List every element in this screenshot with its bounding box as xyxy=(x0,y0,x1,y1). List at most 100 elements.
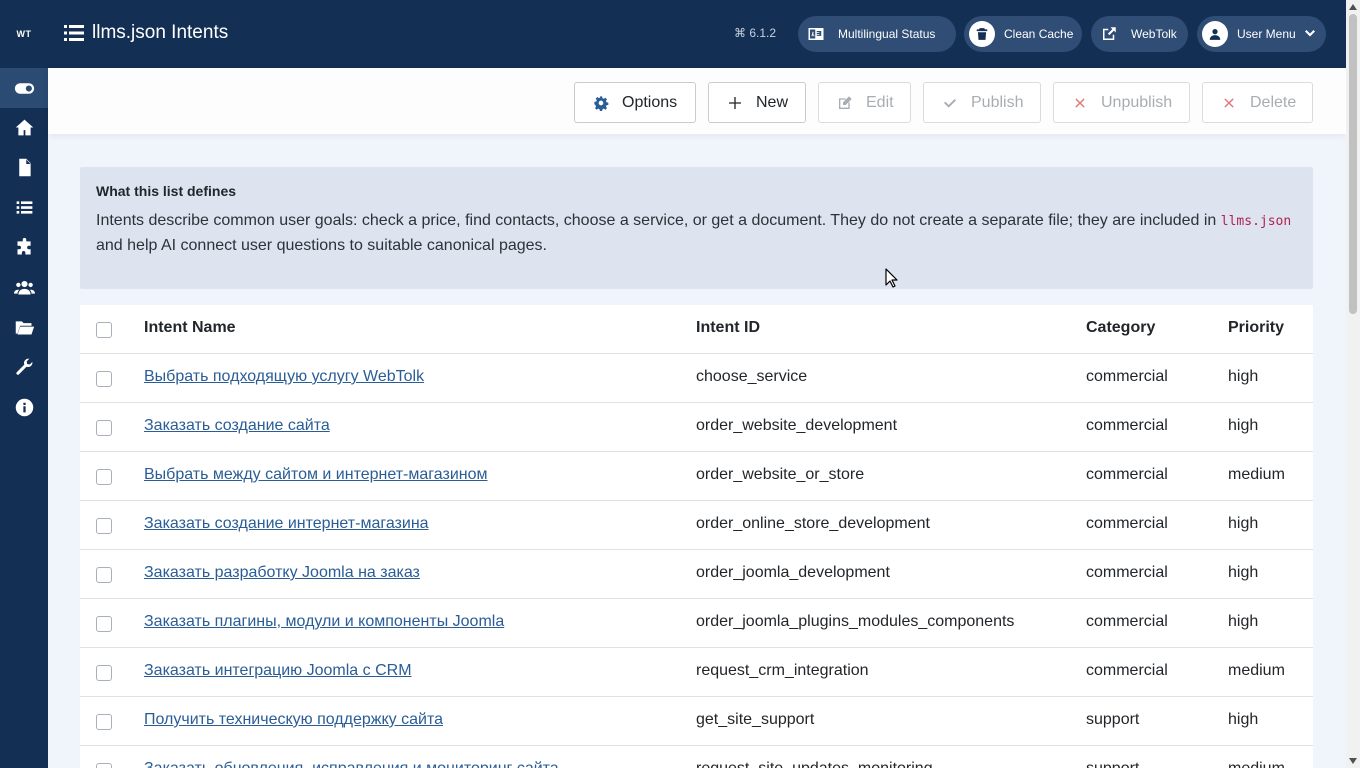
column-header-priority[interactable]: Priority xyxy=(1228,319,1284,337)
toolbar: Options New Edit Publish Unpublish Delet… xyxy=(48,68,1346,134)
intent-name-link[interactable]: Заказать интеграцию Joomla с CRM xyxy=(144,662,412,680)
intent-category: commercial xyxy=(1086,613,1168,630)
row-checkbox[interactable] xyxy=(96,616,112,632)
list-icon xyxy=(64,25,84,41)
new-label: New xyxy=(756,93,789,111)
table-row: Заказать разработку Joomla на заказ orde… xyxy=(80,550,1313,599)
puzzle-icon[interactable] xyxy=(0,227,48,267)
logo[interactable]: WT xyxy=(0,0,48,68)
intent-id: get_site_support xyxy=(696,711,815,728)
table-header-row: Intent Name Intent ID Category Priority xyxy=(80,305,1313,354)
sidebar: WT xyxy=(0,0,48,768)
edit-icon xyxy=(839,95,852,109)
intent-name-link[interactable]: Заказать создание интернет-магазина xyxy=(144,515,429,533)
intent-priority: medium xyxy=(1228,466,1285,483)
intent-name-link[interactable]: Получить техническую поддержку сайта xyxy=(144,711,443,729)
intent-priority: high xyxy=(1228,417,1259,434)
intent-name-link[interactable]: Заказать создание сайта xyxy=(144,417,330,435)
new-button[interactable]: New xyxy=(708,82,806,123)
table-row: Заказать создание сайта order_website_de… xyxy=(80,403,1313,452)
intent-category: commercial xyxy=(1086,515,1168,532)
scrollbar-thumb[interactable] xyxy=(1349,14,1357,314)
intent-id: request_crm_integration xyxy=(696,662,869,679)
row-checkbox[interactable] xyxy=(96,420,112,436)
wrench-icon[interactable] xyxy=(0,347,48,387)
close-icon xyxy=(1075,97,1085,108)
unpublish-label: Unpublish xyxy=(1101,93,1173,111)
intent-category: support xyxy=(1086,711,1140,728)
chevron-down-icon xyxy=(1304,30,1315,37)
info-text: Intents describe common user goals: chec… xyxy=(96,209,1296,258)
toggle-menu-icon[interactable] xyxy=(0,68,48,108)
row-checkbox[interactable] xyxy=(96,371,112,387)
info-code: llms.json xyxy=(1220,214,1292,229)
intent-priority: high xyxy=(1228,564,1259,581)
table-row: Заказать интеграцию Joomla с CRM request… xyxy=(80,648,1313,697)
column-header-category[interactable]: Category xyxy=(1086,319,1155,337)
intent-id: order_website_or_store xyxy=(696,466,865,483)
column-header-id[interactable]: Intent ID xyxy=(696,319,760,337)
row-checkbox[interactable] xyxy=(96,714,112,730)
table-row: Выбрать между сайтом и интернет-магазино… xyxy=(80,452,1313,501)
trash-icon xyxy=(969,21,995,47)
table-row: Получить техническую поддержку сайта get… xyxy=(80,697,1313,746)
scroll-up-icon[interactable] xyxy=(1349,3,1357,11)
publish-button[interactable]: Publish xyxy=(923,82,1041,123)
info-text-start: Intents describe common user goals: chec… xyxy=(96,212,1221,229)
delete-label: Delete xyxy=(1250,93,1297,111)
unpublish-button[interactable]: Unpublish xyxy=(1053,82,1190,123)
publish-label: Publish xyxy=(971,93,1024,111)
external-link-icon xyxy=(1096,21,1122,47)
user-menu-label: User Menu xyxy=(1237,27,1296,41)
intent-name-link[interactable]: Заказать разработку Joomla на заказ xyxy=(144,564,420,582)
home-icon[interactable] xyxy=(0,107,48,147)
row-checkbox[interactable] xyxy=(96,763,112,768)
clean-cache-button[interactable]: Clean Cache xyxy=(964,16,1082,52)
options-button[interactable]: Options xyxy=(574,82,696,123)
table-row: Заказать создание интернет-магазина orde… xyxy=(80,501,1313,550)
folder-icon[interactable] xyxy=(0,307,48,347)
edit-button[interactable]: Edit xyxy=(818,82,911,123)
intent-name-link[interactable]: Выбрать между сайтом и интернет-магазино… xyxy=(144,466,488,484)
webtolk-button[interactable]: WebTolk xyxy=(1091,16,1188,52)
intent-category: commercial xyxy=(1086,368,1168,385)
intent-name-link[interactable]: Заказать плагины, модули и компоненты Jo… xyxy=(144,613,504,631)
row-checkbox[interactable] xyxy=(96,518,112,534)
table-row: Заказать плагины, модули и компоненты Jo… xyxy=(80,599,1313,648)
intent-category: commercial xyxy=(1086,564,1168,581)
intent-name-link[interactable]: Выбрать подходящую услугу WebTolk xyxy=(144,368,424,386)
delete-button[interactable]: Delete xyxy=(1202,82,1313,123)
intent-priority: medium xyxy=(1228,662,1285,679)
row-checkbox[interactable] xyxy=(96,567,112,583)
intent-category: commercial xyxy=(1086,662,1168,679)
intent-id: order_joomla_plugins_modules_components xyxy=(696,613,1015,630)
multilingual-status-label: Multilingual Status xyxy=(838,27,936,41)
intent-name-link[interactable]: Заказать обновления, исправления и монит… xyxy=(144,760,559,768)
info-heading: What this list defines xyxy=(96,183,237,199)
check-icon xyxy=(944,98,956,108)
intent-priority: high xyxy=(1228,613,1259,630)
multilingual-status-button[interactable]: Multilingual Status xyxy=(798,16,956,52)
clean-cache-label: Clean Cache xyxy=(1004,27,1074,41)
page-scrollbar[interactable] xyxy=(1346,0,1360,768)
users-icon[interactable] xyxy=(0,267,48,307)
user-menu-button[interactable]: User Menu xyxy=(1197,16,1326,52)
column-header-name[interactable]: Intent Name xyxy=(144,319,236,337)
table-row: Выбрать подходящую услугу WebTolk choose… xyxy=(80,354,1313,403)
select-all-checkbox[interactable] xyxy=(96,322,112,338)
scroll-down-icon[interactable] xyxy=(1349,757,1357,765)
intent-category: support xyxy=(1086,760,1139,768)
plus-icon xyxy=(729,96,741,109)
info-text-end: and help AI connect user questions to su… xyxy=(96,237,547,254)
intent-priority: high xyxy=(1228,368,1259,385)
intent-id: order_website_development xyxy=(696,417,898,434)
row-checkbox[interactable] xyxy=(96,665,112,681)
header: llms.json Intents ⌘ 6.1.2 Multilingual S… xyxy=(48,0,1346,68)
list-icon[interactable] xyxy=(0,187,48,227)
mouse-cursor-icon xyxy=(885,268,898,288)
info-icon[interactable] xyxy=(0,387,48,427)
intent-category: commercial xyxy=(1086,417,1168,434)
close-icon xyxy=(1224,97,1234,108)
file-icon[interactable] xyxy=(0,147,48,187)
row-checkbox[interactable] xyxy=(96,469,112,485)
